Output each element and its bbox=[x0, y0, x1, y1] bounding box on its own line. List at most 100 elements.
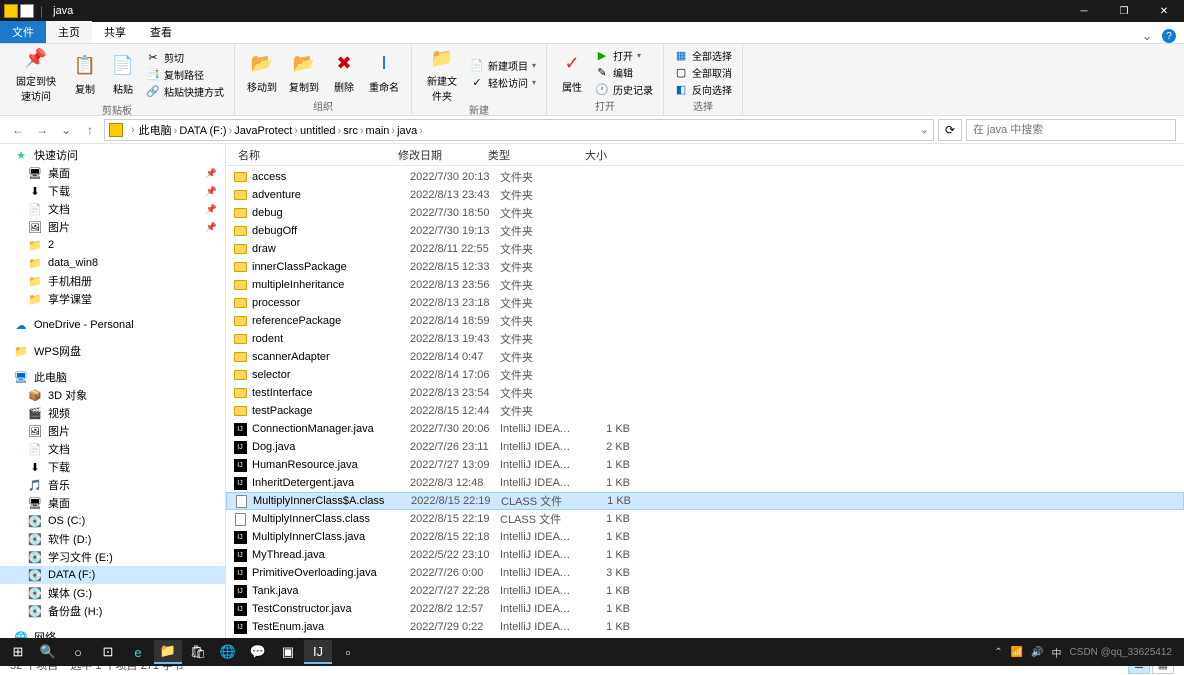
breadcrumb-item[interactable]: untitled bbox=[300, 125, 335, 137]
sidebar-thispc[interactable]: 🖥此电脑 bbox=[0, 368, 225, 386]
new-item-button[interactable]: 📄新建项目 bbox=[468, 58, 538, 74]
file-row[interactable]: draw2022/8/11 22:55文件夹 bbox=[226, 240, 1184, 258]
task-explorer[interactable]: 📁 bbox=[154, 640, 182, 664]
file-row[interactable]: debugOff2022/7/30 19:13文件夹 bbox=[226, 222, 1184, 240]
paste-shortcut-button[interactable]: 🔗粘贴快捷方式 bbox=[144, 83, 226, 99]
search-button[interactable]: 🔍 bbox=[34, 640, 62, 664]
nav-back-button[interactable]: ← bbox=[8, 120, 28, 140]
col-date[interactable]: 修改日期 bbox=[392, 144, 482, 165]
tab-view[interactable]: 查看 bbox=[138, 21, 184, 43]
file-row[interactable]: IJTestConstructor.java2022/8/2 12:57Inte… bbox=[226, 600, 1184, 618]
file-row[interactable]: IJTestEnum.java2022/7/29 0:22IntelliJ ID… bbox=[226, 618, 1184, 636]
file-row[interactable]: adventure2022/8/13 23:43文件夹 bbox=[226, 186, 1184, 204]
breadcrumb-item[interactable]: main bbox=[366, 125, 390, 137]
close-button[interactable]: ✕ bbox=[1144, 0, 1184, 22]
sidebar-item[interactable]: ⬇下载📌 bbox=[0, 182, 225, 200]
refresh-button[interactable]: ⟳ bbox=[938, 119, 962, 141]
breadcrumb-item[interactable]: JavaProtect bbox=[234, 125, 292, 137]
tab-file[interactable]: 文件 bbox=[0, 21, 46, 43]
file-row[interactable]: MultiplyInnerClass.class2022/8/15 22:19C… bbox=[226, 510, 1184, 528]
file-row[interactable]: innerClassPackage2022/8/15 12:33文件夹 bbox=[226, 258, 1184, 276]
select-all-button[interactable]: ▦全部选择 bbox=[672, 47, 734, 63]
sidebar-item[interactable]: 📁享学课堂 bbox=[0, 290, 225, 308]
file-row[interactable]: IJConnectionManager.java2022/7/30 20:06I… bbox=[226, 420, 1184, 438]
nav-up-button[interactable]: ↑ bbox=[80, 120, 100, 140]
task-app1[interactable]: ▣ bbox=[274, 640, 302, 664]
paste-button[interactable]: 📄 粘贴 bbox=[106, 51, 140, 98]
sidebar-item[interactable]: 💽媒体 (G:) bbox=[0, 584, 225, 602]
nav-forward-button[interactable]: → bbox=[32, 120, 52, 140]
sidebar-item[interactable]: 📁手机相册 bbox=[0, 272, 225, 290]
sidebar-item[interactable]: 📄文档📌 bbox=[0, 200, 225, 218]
sidebar-item[interactable]: 💽学习文件 (E:) bbox=[0, 548, 225, 566]
sidebar-item[interactable]: 💽DATA (F:) bbox=[0, 566, 225, 584]
breadcrumb-item[interactable]: src bbox=[343, 125, 358, 137]
start-button[interactable]: ⊞ bbox=[4, 640, 32, 664]
edit-button[interactable]: ✎编辑 bbox=[593, 64, 655, 80]
tray-ime-icon[interactable]: 中 bbox=[1052, 645, 1062, 660]
open-button[interactable]: ▶打开 bbox=[593, 47, 655, 63]
rename-button[interactable]: I重命名 bbox=[365, 49, 403, 96]
taskview-button[interactable]: ⊡ bbox=[94, 640, 122, 664]
file-row[interactable]: referencePackage2022/8/14 18:59文件夹 bbox=[226, 312, 1184, 330]
file-row[interactable]: processor2022/8/13 23:18文件夹 bbox=[226, 294, 1184, 312]
file-row[interactable]: IJInheritDetergent.java2022/8/3 12:48Int… bbox=[226, 474, 1184, 492]
tab-share[interactable]: 共享 bbox=[92, 21, 138, 43]
tab-home[interactable]: 主页 bbox=[46, 21, 92, 43]
task-store[interactable]: 🛍 bbox=[184, 640, 212, 664]
copy-button[interactable]: 📋 复制 bbox=[68, 51, 102, 98]
sidebar-item[interactable]: 💽软件 (D:) bbox=[0, 530, 225, 548]
col-name[interactable]: 名称 bbox=[232, 144, 392, 165]
file-row[interactable]: MultiplyInnerClass$A.class2022/8/15 22:1… bbox=[226, 492, 1184, 510]
file-row[interactable]: selector2022/8/14 17:06文件夹 bbox=[226, 366, 1184, 384]
maximize-button[interactable]: ❐ bbox=[1104, 0, 1144, 22]
task-intellij[interactable]: IJ bbox=[304, 640, 332, 664]
new-folder-button[interactable]: 📁新建文件夹 bbox=[420, 43, 464, 105]
copy-path-button[interactable]: 📑复制路径 bbox=[144, 66, 226, 82]
search-input[interactable] bbox=[966, 119, 1176, 141]
help-icon[interactable]: ? bbox=[1162, 29, 1176, 43]
sidebar-item[interactable]: 💽OS (C:) bbox=[0, 512, 225, 530]
sidebar-item[interactable]: 📁data_win8 bbox=[0, 254, 225, 272]
ribbon-collapse-icon[interactable]: ⌄ bbox=[1142, 29, 1152, 43]
cut-button[interactable]: ✂剪切 bbox=[144, 49, 226, 65]
invert-selection-button[interactable]: ◧反向选择 bbox=[672, 81, 734, 97]
file-row[interactable]: testPackage2022/8/15 12:44文件夹 bbox=[226, 402, 1184, 420]
sidebar-item[interactable]: 📁2 bbox=[0, 236, 225, 254]
sidebar-item[interactable]: 🎵音乐 bbox=[0, 476, 225, 494]
file-row[interactable]: rodent2022/8/13 19:43文件夹 bbox=[226, 330, 1184, 348]
col-size[interactable]: 大小 bbox=[554, 144, 614, 165]
tray-up-icon[interactable]: ⌃ bbox=[994, 647, 1002, 658]
sidebar-onedrive[interactable]: ☁OneDrive - Personal bbox=[0, 316, 225, 334]
col-type[interactable]: 类型 bbox=[482, 144, 554, 165]
sidebar-item[interactable]: 🖼图片📌 bbox=[0, 218, 225, 236]
file-row[interactable]: IJDog.java2022/7/26 23:11IntelliJ IDEA C… bbox=[226, 438, 1184, 456]
sidebar-item[interactable]: 🖼图片 bbox=[0, 422, 225, 440]
sidebar-item[interactable]: 🎬视频 bbox=[0, 404, 225, 422]
nav-recent-button[interactable]: ⌄ bbox=[56, 120, 76, 140]
sidebar-quickaccess[interactable]: ★快速访问 bbox=[0, 146, 225, 164]
properties-button[interactable]: ✓属性 bbox=[555, 49, 589, 96]
breadcrumb[interactable]: › 此电脑›DATA (F:)›JavaProtect›untitled›src… bbox=[104, 119, 934, 141]
sidebar-item[interactable]: ⬇下载 bbox=[0, 458, 225, 476]
quick-access-icon[interactable] bbox=[20, 4, 34, 18]
file-row[interactable]: IJPrimitiveOverloading.java2022/7/26 0:0… bbox=[226, 564, 1184, 582]
file-row[interactable]: testInterface2022/8/13 23:54文件夹 bbox=[226, 384, 1184, 402]
tray-volume-icon[interactable]: 🔊 bbox=[1031, 647, 1043, 658]
sidebar-item[interactable]: 📦3D 对象 bbox=[0, 386, 225, 404]
system-tray[interactable]: ⌃ 📶 🔊 中 CSDN @qq_33625412 bbox=[994, 645, 1180, 660]
task-app2[interactable]: ▫ bbox=[334, 640, 362, 664]
easy-access-button[interactable]: ✓轻松访问 bbox=[468, 75, 538, 91]
task-edge[interactable]: e bbox=[124, 640, 152, 664]
sidebar-item[interactable]: 📄文档 bbox=[0, 440, 225, 458]
breadcrumb-item[interactable]: 此电脑 bbox=[139, 125, 172, 137]
file-row[interactable]: IJMultiplyInnerClass.java2022/8/15 22:18… bbox=[226, 528, 1184, 546]
minimize-button[interactable]: ─ bbox=[1064, 0, 1104, 22]
file-row[interactable]: IJTank.java2022/7/27 22:28IntelliJ IDEA … bbox=[226, 582, 1184, 600]
breadcrumb-item[interactable]: java bbox=[397, 125, 417, 137]
file-row[interactable]: IJMyThread.java2022/5/22 23:10IntelliJ I… bbox=[226, 546, 1184, 564]
pin-quickaccess-button[interactable]: 📌 固定到快速访问 bbox=[8, 43, 64, 105]
breadcrumb-item[interactable]: DATA (F:) bbox=[179, 125, 226, 137]
file-row[interactable]: access2022/7/30 20:13文件夹 bbox=[226, 168, 1184, 186]
task-chrome[interactable]: 🌐 bbox=[214, 640, 242, 664]
